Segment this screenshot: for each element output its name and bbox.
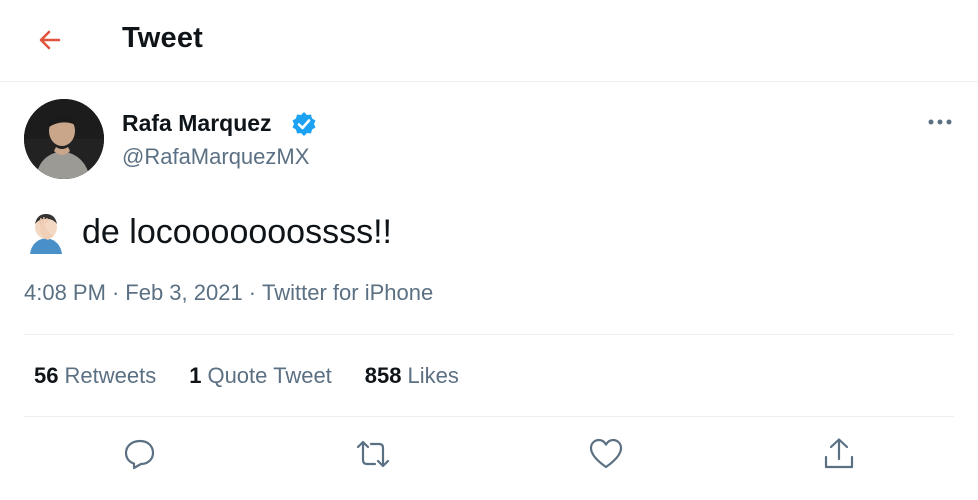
retweet-button[interactable]: [355, 436, 391, 472]
quotes-count: 1: [189, 363, 202, 388]
tweet-meta: 4:08 PM · Feb 3, 2021 · Twitter for iPhone: [24, 280, 434, 305]
back-button[interactable]: [32, 22, 68, 58]
meta-divider: [24, 334, 954, 335]
retweets-count: 56: [34, 363, 59, 388]
author-name[interactable]: Rafa Marquez: [122, 110, 272, 137]
likes-count: 858: [364, 363, 402, 388]
reply-button[interactable]: [122, 436, 158, 472]
tweet-date[interactable]: Feb 3, 2021: [125, 280, 242, 305]
heart-icon: [589, 438, 623, 469]
facepalm-emoji-icon: [30, 214, 62, 254]
share-button[interactable]: [821, 436, 857, 472]
tweet-actions: [0, 436, 978, 480]
tweet-source[interactable]: Twitter for iPhone: [262, 280, 433, 305]
like-button[interactable]: [588, 436, 624, 472]
retweets-label: Retweets: [64, 363, 157, 388]
verified-badge-icon: [292, 112, 316, 136]
share-icon: [824, 438, 854, 469]
avatar-image: [24, 99, 104, 179]
reply-icon: [124, 439, 155, 470]
arrow-left-icon: [39, 30, 61, 50]
quotes-stat[interactable]: 1 Quote Tweet: [189, 363, 332, 389]
avatar[interactable]: [24, 99, 104, 179]
page-title: Tweet: [122, 22, 204, 54]
retweets-stat[interactable]: 56 Retweets: [34, 363, 156, 389]
quotes-label: Quote Tweet: [207, 363, 332, 388]
more-icon: [928, 119, 952, 125]
likes-label: Likes: [407, 363, 459, 388]
tweet-stats: 56 Retweets 1 Quote Tweet 858 Likes: [34, 363, 492, 389]
more-options-button[interactable]: [924, 110, 956, 134]
likes-stat[interactable]: 858 Likes: [365, 363, 459, 389]
tweet-text: de locooooooossss!!: [82, 212, 392, 251]
stats-divider: [24, 416, 954, 417]
tweet-body: de locooooooossss!!: [24, 210, 392, 254]
header-divider: [0, 81, 978, 82]
tweet-header: Tweet: [0, 0, 978, 80]
author-handle[interactable]: @RafaMarquezMX: [122, 144, 309, 170]
tweet-time[interactable]: 4:08 PM: [24, 280, 106, 305]
retweet-icon: [356, 440, 390, 468]
